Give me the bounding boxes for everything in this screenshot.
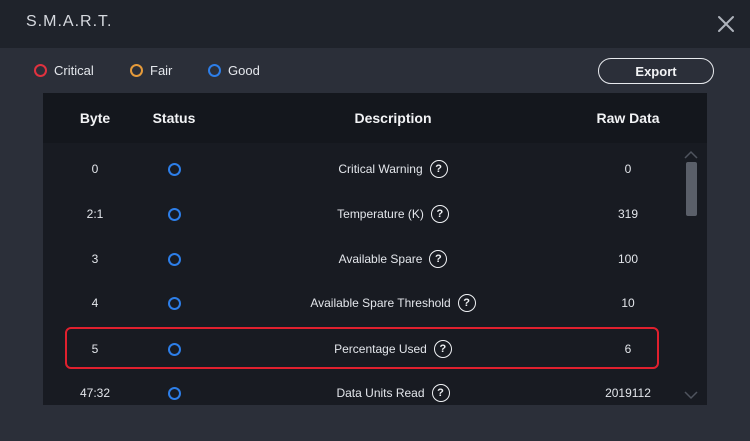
status-cell: [134, 327, 214, 371]
good-status-icon: [167, 296, 181, 310]
byte-cell: 4: [91, 296, 99, 310]
chevron-down-icon[interactable]: [684, 390, 698, 400]
export-button[interactable]: Export: [598, 58, 714, 84]
scrollbar-thumb[interactable]: [686, 162, 697, 216]
question-icon[interactable]: ?: [457, 294, 476, 312]
byte-cell: 3: [91, 252, 99, 266]
question-icon[interactable]: ?: [433, 340, 452, 358]
legend-good: Good: [208, 63, 260, 78]
description-text: Critical Warning: [338, 162, 423, 176]
column-header-status: Status: [152, 110, 196, 126]
description-cell: Data Units Read ?: [243, 371, 543, 405]
smart-table: Byte Status Description Raw Data 0 Criti…: [43, 93, 707, 405]
table-row[interactable]: 2:1 Temperature (K) ? 319: [43, 192, 683, 236]
fair-dot-icon: [130, 64, 143, 77]
good-status-icon: [167, 252, 181, 266]
description-cell: Available Spare ?: [243, 237, 543, 281]
column-header-description: Description: [354, 110, 432, 126]
smart-dialog: S.M.A.R.T. Critical Fair Good Export Byt…: [0, 0, 750, 441]
good-dot-icon: [208, 64, 221, 77]
description-cell: Percentage Used ?: [243, 327, 543, 371]
status-cell: [134, 371, 214, 405]
legend-fair: Fair: [130, 63, 172, 78]
description-text: Available Spare Threshold: [310, 296, 451, 310]
legend-fair-label: Fair: [150, 63, 173, 78]
raw-data-cell: 319: [617, 207, 639, 221]
table-row[interactable]: 4 Available Spare Threshold ? 10: [43, 281, 683, 325]
dialog-title: S.M.A.R.T.: [26, 13, 113, 30]
table-row[interactable]: 3 Available Spare ? 100: [43, 237, 683, 281]
good-status-icon: [167, 386, 181, 400]
status-cell: [134, 147, 214, 191]
legend-critical-label: Critical: [54, 63, 94, 78]
critical-dot-icon: [34, 64, 47, 77]
table-row[interactable]: 47:32 Data Units Read ? 2019112: [43, 371, 683, 405]
table-row[interactable]: 0 Critical Warning ? 0: [43, 147, 683, 191]
question-icon[interactable]: ?: [430, 205, 449, 223]
description-text: Percentage Used: [334, 342, 427, 356]
description-text: Data Units Read: [336, 386, 425, 400]
table-row[interactable]: 5 Percentage Used ? 6: [43, 327, 683, 371]
chevron-up-icon[interactable]: [684, 150, 698, 160]
byte-cell: 2:1: [86, 207, 104, 221]
byte-cell: 47:32: [79, 386, 111, 400]
status-cell: [134, 192, 214, 236]
raw-data-cell: 6: [624, 342, 632, 356]
description-cell: Critical Warning ?: [243, 147, 543, 191]
legend-good-label: Good: [228, 63, 260, 78]
column-header-raw-data: Raw Data: [596, 110, 660, 126]
raw-data-cell: 2019112: [605, 386, 651, 400]
question-icon[interactable]: ?: [429, 160, 448, 178]
good-status-icon: [167, 342, 181, 356]
title-bar: S.M.A.R.T.: [0, 0, 750, 48]
status-cell: [134, 237, 214, 281]
status-cell: [134, 281, 214, 325]
close-icon[interactable]: [714, 12, 738, 36]
raw-data-cell: 0: [624, 162, 632, 176]
description-text: Temperature (K): [337, 207, 424, 221]
raw-data-cell: 100: [617, 252, 639, 266]
description-cell: Temperature (K) ?: [243, 192, 543, 236]
question-icon[interactable]: ?: [431, 384, 450, 402]
description-text: Available Spare: [338, 252, 423, 266]
legend-critical: Critical: [34, 63, 94, 78]
good-status-icon: [167, 207, 181, 221]
table-header: Byte Status Description Raw Data: [43, 93, 707, 143]
byte-cell: 0: [91, 162, 99, 176]
byte-cell: 5: [91, 342, 99, 356]
description-cell: Available Spare Threshold ?: [243, 281, 543, 325]
good-status-icon: [167, 162, 181, 176]
column-header-byte: Byte: [79, 110, 111, 126]
question-icon[interactable]: ?: [429, 250, 448, 268]
raw-data-cell: 10: [621, 296, 635, 310]
